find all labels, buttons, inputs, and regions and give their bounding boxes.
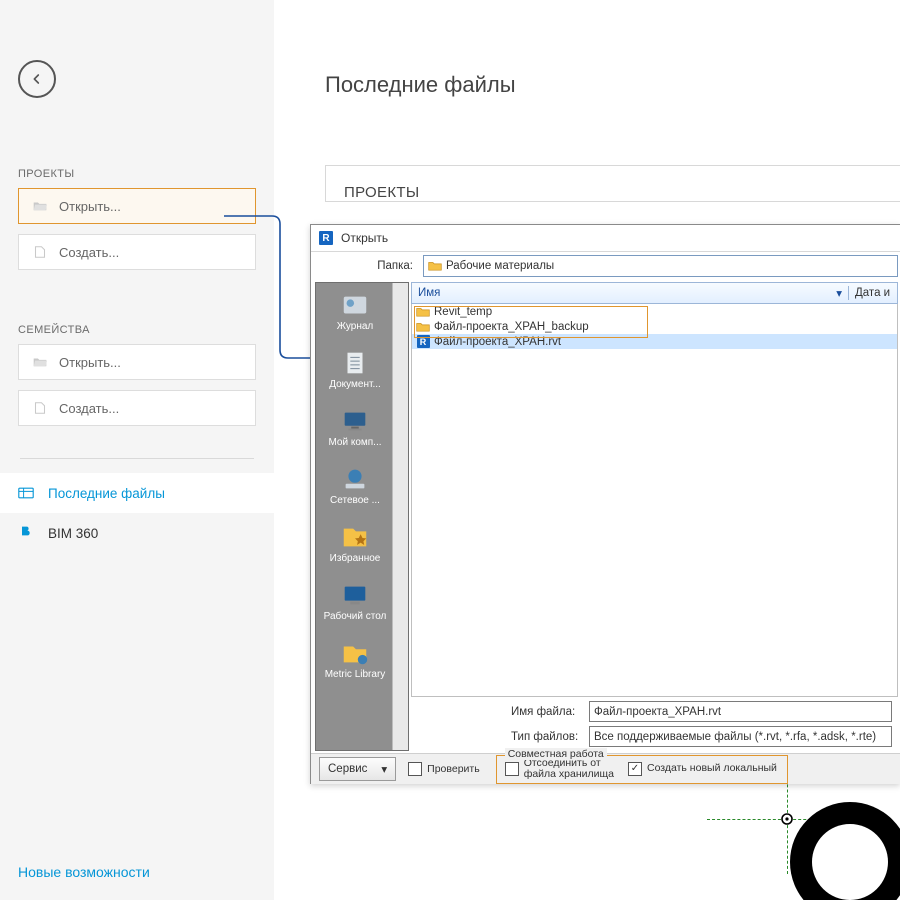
col-name: Имя [418, 287, 440, 299]
folder-icon [416, 306, 430, 318]
open-dialog: R Открыть Папка: Рабочие материалы Журна… [310, 224, 900, 784]
families-heading: СЕМЕЙСТВА [18, 324, 274, 336]
folder-value: Рабочие материалы [446, 260, 554, 272]
place-history[interactable]: Журнал [316, 283, 408, 341]
file-row[interactable]: Revit_temp [412, 304, 897, 319]
dialog-toolbar: Сервис▾ Проверить Совместная работа Отсо… [311, 753, 900, 784]
detach-checkbox[interactable]: Отсоединить от файла хранилища [505, 758, 614, 780]
projects-section: ПРОЕКТЫ [325, 165, 900, 202]
place-favorites[interactable]: Избранное [316, 515, 408, 573]
projects-heading: ПРОЕКТЫ [18, 168, 274, 180]
group-title: Совместная работа [505, 748, 607, 760]
families-open-button[interactable]: Открыть... [18, 344, 256, 380]
audit-checkbox[interactable]: Проверить [408, 762, 480, 776]
section-heading: ПРОЕКТЫ [344, 184, 900, 201]
button-label: Создать... [59, 401, 119, 416]
nav-bim360[interactable]: BIM 360 [0, 513, 274, 553]
folder-combo[interactable]: Рабочие материалы [423, 255, 898, 277]
service-menu-button[interactable]: Сервис▾ [319, 757, 396, 781]
filetype-label: Тип файлов: [511, 731, 583, 743]
start-sidebar: ПРОЕКТЫ Открыть... Создать... СЕМЕЙСТВА … [0, 0, 275, 900]
folder-icon [416, 321, 430, 333]
nav-recent-files[interactable]: Последние файлы [0, 473, 274, 513]
sort-arrow-icon: ▾ [836, 286, 842, 300]
column-header[interactable]: Имя ▾ Дата и [411, 282, 898, 304]
bim360-icon [18, 525, 34, 541]
new-file-icon [33, 246, 47, 258]
revit-icon: R [319, 231, 333, 245]
folder-icon [428, 260, 442, 272]
families-create-button[interactable]: Создать... [18, 390, 256, 426]
places-bar: Журнал Документ... Мой комп... Сетевое .… [315, 282, 409, 751]
revit-file-icon: R [416, 336, 430, 348]
page-title: Последние файлы [325, 72, 900, 98]
file-row[interactable]: R Файл-проекта_ХРАН.rvt [412, 334, 897, 349]
place-network[interactable]: Сетевое ... [316, 457, 408, 515]
place-documents[interactable]: Документ... [316, 341, 408, 399]
crosshair-icon [780, 812, 794, 826]
file-name: Файл-проекта_ХРАН_backup [434, 321, 589, 333]
col-date: Дата и [849, 287, 897, 299]
nav-label: Последние файлы [48, 486, 165, 501]
dialog-titlebar[interactable]: R Открыть [311, 225, 900, 252]
divider [20, 458, 254, 459]
button-label: Открыть... [59, 355, 121, 370]
folder-label: Папка: [371, 260, 413, 272]
new-file-icon [33, 402, 47, 414]
button-label: Создать... [59, 245, 119, 260]
whats-new-link[interactable]: Новые возможности [18, 864, 274, 880]
folder-open-icon [33, 356, 47, 368]
worksharing-group: Совместная работа Отсоединить от файла х… [496, 755, 788, 784]
dialog-title-text: Открыть [341, 231, 388, 245]
nav-label: BIM 360 [48, 526, 98, 541]
button-label: Открыть... [59, 199, 121, 214]
file-list[interactable]: Revit_temp Файл-проекта_ХРАН_backup R Файл-… [411, 304, 898, 697]
file-name: Revit_temp [434, 306, 492, 318]
chevron-down-icon: ▾ [381, 762, 387, 776]
back-button[interactable] [18, 60, 56, 98]
folder-open-icon [33, 200, 47, 212]
projects-open-button[interactable]: Открыть... [18, 188, 256, 224]
file-row[interactable]: Файл-проекта_ХРАН_backup [412, 319, 897, 334]
arrow-left-icon [29, 71, 45, 87]
filename-input[interactable]: Файл-проекта_ХРАН.rvt [589, 701, 892, 722]
canvas-preview [587, 784, 900, 900]
place-desktop[interactable]: Рабочий стол [316, 573, 408, 631]
file-name: Файл-проекта_ХРАН.rvt [434, 336, 561, 348]
recent-icon [18, 485, 34, 501]
place-metric-library[interactable]: Metric Library [316, 631, 408, 689]
place-computer[interactable]: Мой комп... [316, 399, 408, 457]
filename-label: Имя файла: [511, 706, 583, 718]
filetype-combo[interactable]: Все поддерживаемые файлы (*.rvt, *.rfa, … [589, 726, 892, 747]
projects-create-button[interactable]: Создать... [18, 234, 256, 270]
create-local-checkbox[interactable]: ✓Создать новый локальный [628, 762, 777, 776]
